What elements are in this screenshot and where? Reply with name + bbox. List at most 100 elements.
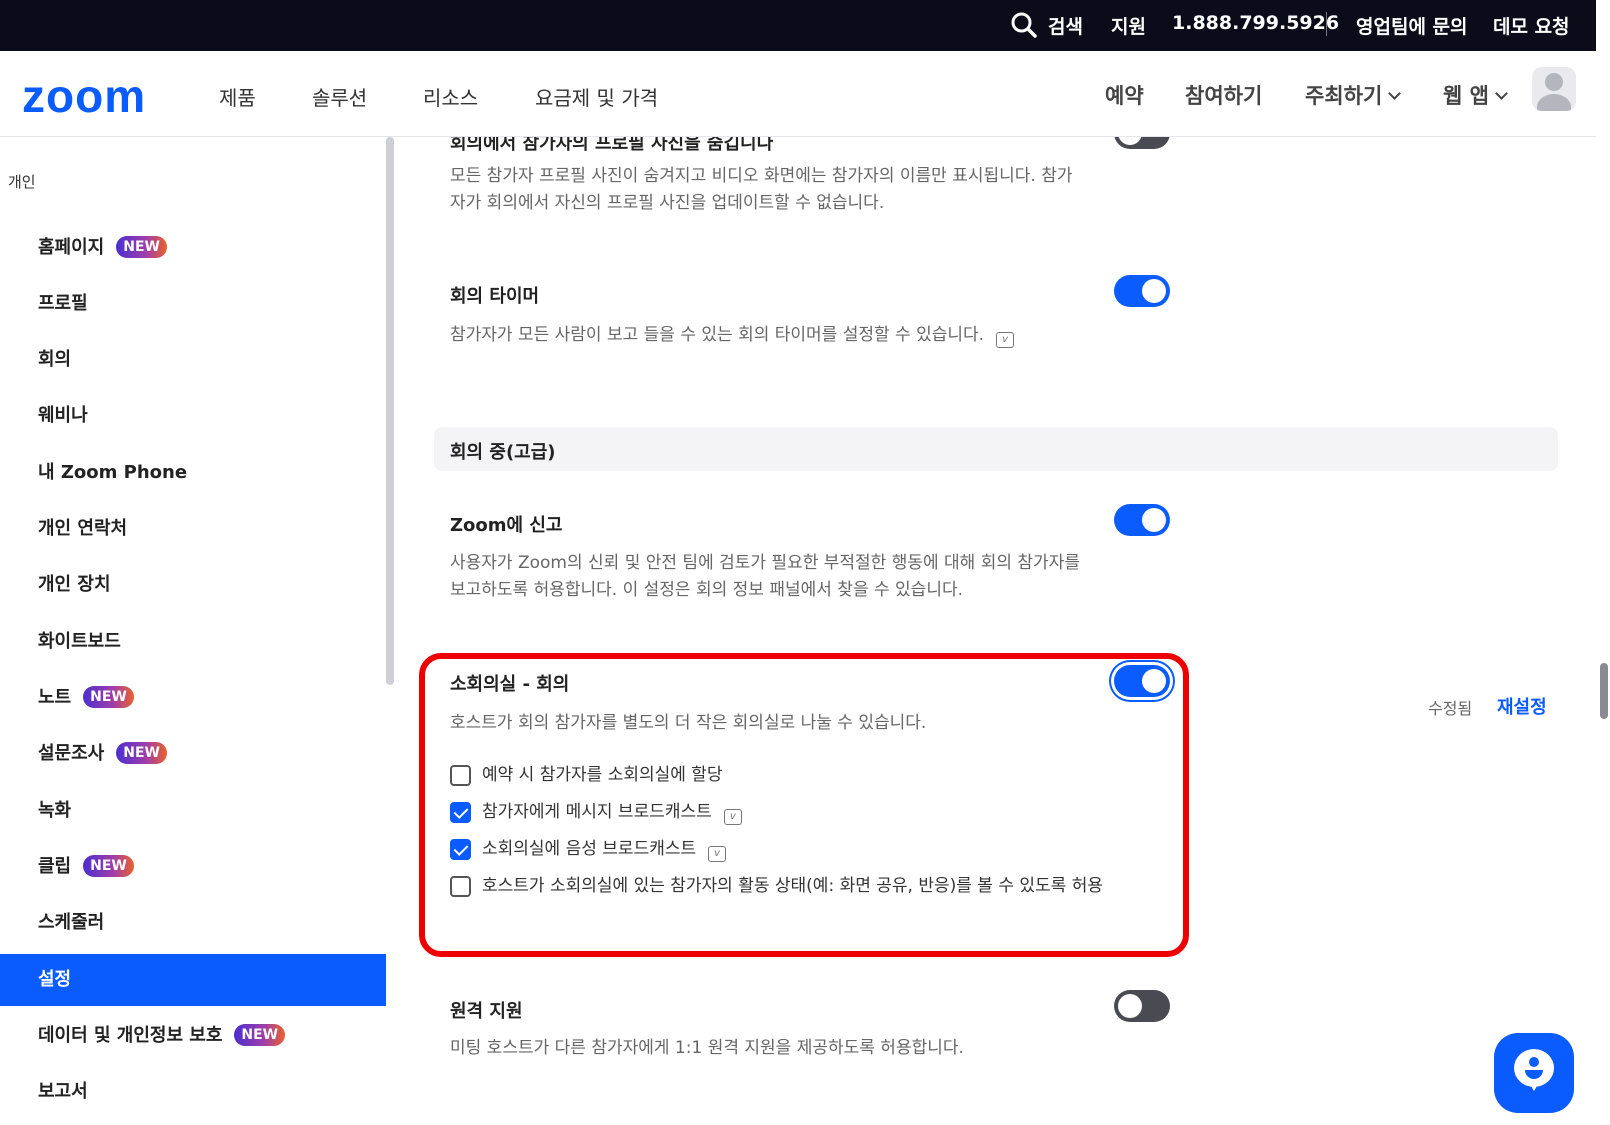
- option-label: 호스트가 소회의실에 있는 참가자의 활동 상태(예: 화면 공유, 반응)를 …: [482, 876, 1104, 896]
- report-to-zoom-title: Zoom에 신고: [450, 515, 563, 536]
- page-scrollbar[interactable]: [1600, 663, 1608, 719]
- meeting-timer-toggle[interactable]: [1114, 275, 1170, 307]
- chevron-down-icon: [1388, 87, 1402, 100]
- new-badge: NEW: [83, 855, 134, 877]
- nav-plans-pricing[interactable]: 요금제 및 가격: [535, 82, 658, 111]
- sidebar-item-label: 개인 연락처: [38, 518, 128, 539]
- breakout-rooms-toggle[interactable]: [1114, 665, 1170, 697]
- option-label: 소회의실에 음성 브로드캐스트: [482, 839, 697, 859]
- version-info-icon[interactable]: v: [996, 332, 1015, 348]
- sidebar-item-label: 개인 장치: [38, 574, 111, 595]
- chat-icon-eye: [1529, 1057, 1539, 1067]
- settings-content: 회의에서 참가자의 프로필 사진을 숨깁니다 모든 참가자 프로필 사진이 숨겨…: [394, 137, 1596, 1125]
- support-link[interactable]: 지원: [1111, 12, 1146, 39]
- new-badge: NEW: [234, 1024, 286, 1046]
- option-label-wrap: 참가자에게 메시지 브로드캐스트 v: [450, 799, 742, 826]
- new-badge: NEW: [83, 686, 134, 708]
- sidebar-item-settings[interactable]: 설정: [0, 954, 386, 1006]
- section-in-meeting-advanced: 회의 중(고급): [434, 427, 1558, 471]
- schedule-link[interactable]: 예약: [1105, 80, 1144, 110]
- breakout-option-broadcast-voice[interactable]: 소회의실에 음성 브로드캐스트 v: [450, 836, 727, 863]
- chevron-down-icon: [1495, 87, 1508, 100]
- toggle-knob: [1118, 137, 1142, 145]
- topbar-divider: [1326, 12, 1327, 36]
- settings-sidebar: 개인 홈페이지 NEW 프로필 회의 웨비나 내 Zoom Phone 개인 연락…: [0, 137, 394, 1125]
- sidebar-item-label: 보고서: [38, 1081, 88, 1102]
- search-link[interactable]: 검색: [1048, 12, 1083, 39]
- avatar-head: [1545, 73, 1563, 91]
- checkbox[interactable]: [450, 765, 471, 786]
- meeting-timer-description: 참가자가 모든 사람이 보고 들을 수 있는 회의 타이머를 설정할 수 있습니…: [450, 322, 1150, 349]
- breakout-option-assign[interactable]: 예약 시 참가자를 소회의실에 할당: [450, 762, 723, 789]
- sidebar-item-contacts[interactable]: 개인 연락처: [0, 503, 386, 555]
- option-label: 예약 시 참가자를 소회의실에 할당: [482, 765, 723, 785]
- sidebar-item-zoom-phone[interactable]: 내 Zoom Phone: [0, 447, 386, 499]
- remote-support-toggle[interactable]: [1114, 990, 1170, 1022]
- toggle-knob: [1142, 508, 1166, 532]
- zoom-logo[interactable]: zoom: [22, 69, 146, 123]
- nav-solutions[interactable]: 솔루션: [312, 82, 367, 111]
- sidebar-item-label: 스케줄러: [38, 912, 105, 933]
- sidebar-item-label: 설문조사: [38, 743, 105, 764]
- option-label: 참가자에게 메시지 브로드캐스트: [482, 802, 712, 822]
- sidebar-item-home[interactable]: 홈페이지 NEW: [0, 222, 386, 274]
- user-avatar-icon[interactable]: [1532, 67, 1576, 111]
- sidebar-item-devices[interactable]: 개인 장치: [0, 559, 386, 611]
- main-header: zoom 제품 솔루션 리소스 요금제 및 가격 예약 참여하기 주최하기 웹 …: [0, 51, 1596, 137]
- breakout-option-view-activity[interactable]: 호스트가 소회의실에 있는 참가자의 활동 상태(예: 화면 공유, 반응)를 …: [450, 873, 1110, 900]
- sidebar-item-label: 데이터 및 개인정보 보호: [38, 1025, 223, 1046]
- sidebar-item-label: 노트: [38, 687, 72, 708]
- chat-support-icon: [1514, 1049, 1554, 1091]
- version-info-icon[interactable]: v: [723, 809, 742, 825]
- join-link[interactable]: 참여하기: [1185, 80, 1262, 110]
- host-menu[interactable]: 주최하기: [1305, 80, 1402, 110]
- sidebar-item-meetings[interactable]: 회의: [0, 334, 386, 386]
- new-badge: NEW: [116, 236, 167, 258]
- sidebar-item-clips[interactable]: 클립 NEW: [0, 841, 386, 893]
- sidebar-item-notes[interactable]: 노트 NEW: [0, 672, 386, 724]
- breakout-rooms-description: 호스트가 회의 참가자를 별도의 더 작은 회의실로 나눌 수 있습니다.: [450, 713, 927, 733]
- report-to-zoom-toggle[interactable]: [1114, 504, 1170, 536]
- breakout-rooms-title: 소회의실 - 회의: [450, 674, 570, 695]
- toggle-knob: [1142, 279, 1166, 303]
- sidebar-item-reports[interactable]: 보고서: [0, 1066, 386, 1118]
- nav-products[interactable]: 제품: [219, 82, 256, 111]
- version-info-icon[interactable]: v: [708, 846, 727, 862]
- sidebar-item-label: 화이트보드: [38, 631, 121, 652]
- web-app-menu[interactable]: 웹 앱: [1443, 80, 1508, 110]
- sidebar-item-label: 회의: [38, 349, 72, 370]
- section-title: 회의 중(고급): [450, 442, 556, 463]
- search-icon[interactable]: [1010, 11, 1038, 39]
- checkbox[interactable]: [450, 876, 471, 897]
- hide-photos-description: 모든 참가자 프로필 사진이 숨겨지고 비디오 화면에는 참가자의 이름만 표시…: [450, 166, 1073, 213]
- sidebar-item-data-privacy[interactable]: 데이터 및 개인정보 보호 NEW: [0, 1010, 386, 1062]
- phone-number-link[interactable]: 1.888.799.5926: [1172, 12, 1339, 34]
- new-badge: NEW: [116, 742, 167, 764]
- checkbox[interactable]: [450, 802, 471, 823]
- reset-link[interactable]: 재설정: [1497, 693, 1547, 719]
- chat-support-button[interactable]: [1494, 1033, 1574, 1113]
- sidebar-item-whiteboards[interactable]: 화이트보드: [0, 616, 386, 668]
- toggle-knob: [1142, 669, 1166, 693]
- meeting-timer-description-text: 참가자가 모든 사람이 보고 들을 수 있는 회의 타이머를 설정할 수 있습니…: [450, 325, 985, 345]
- hide-photos-title: 회의에서 참가자의 프로필 사진을 숨깁니다: [450, 137, 774, 154]
- sidebar-scrollbar[interactable]: [386, 137, 394, 685]
- checkbox[interactable]: [450, 839, 471, 860]
- avatar-body: [1537, 94, 1571, 111]
- sidebar-item-label: 내 Zoom Phone: [38, 462, 188, 483]
- request-demo-link[interactable]: 데모 요청: [1493, 12, 1570, 39]
- sidebar-item-surveys[interactable]: 설문조사 NEW: [0, 728, 386, 780]
- breakout-option-broadcast-message[interactable]: 참가자에게 메시지 브로드캐스트 v: [450, 799, 742, 826]
- modified-label: 수정됨: [1428, 699, 1473, 718]
- sidebar-item-recordings[interactable]: 녹화: [0, 785, 386, 837]
- sidebar-item-webinars[interactable]: 웨비나: [0, 390, 386, 442]
- hide-photos-toggle[interactable]: [1114, 137, 1170, 149]
- remote-support-title: 원격 지원: [450, 1001, 523, 1022]
- sidebar-item-scheduler[interactable]: 스케줄러: [0, 897, 386, 949]
- contact-sales-link[interactable]: 영업팀에 문의: [1356, 12, 1468, 39]
- sidebar-item-label: 녹화: [38, 800, 72, 821]
- nav-resources[interactable]: 리소스: [423, 82, 478, 111]
- option-label-wrap: 소회의실에 음성 브로드캐스트 v: [450, 836, 727, 863]
- sidebar-item-label: 웨비나: [38, 405, 88, 426]
- sidebar-item-profile[interactable]: 프로필: [0, 278, 386, 330]
